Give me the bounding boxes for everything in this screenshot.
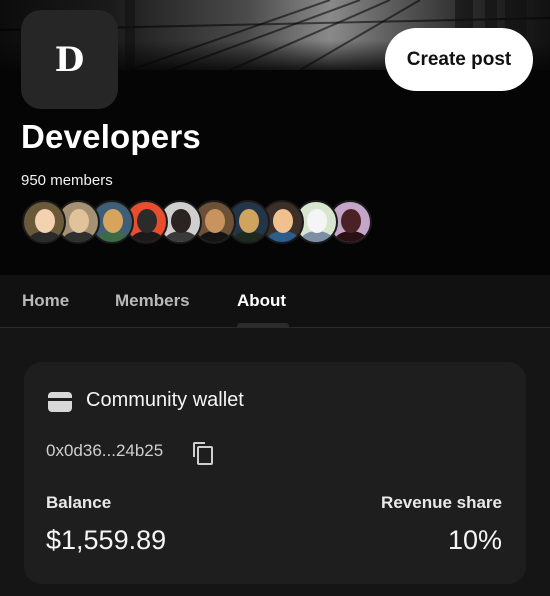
member-avatar[interactable]: [22, 200, 66, 244]
tab-home[interactable]: Home: [22, 291, 69, 311]
tab-about[interactable]: About: [237, 291, 286, 311]
member-avatars[interactable]: [22, 200, 372, 244]
balance-value: $1,559.89: [46, 525, 167, 555]
community-logo-letter: D: [54, 39, 85, 80]
active-tab-indicator: [237, 323, 289, 328]
wallet-icon: [48, 392, 72, 412]
revenue-share-label: Revenue share: [381, 493, 502, 512]
revenue-share-value: 10%: [447, 525, 502, 555]
balance-label: Balance: [46, 493, 112, 512]
wallet-address[interactable]: 0x0d36...24b25: [46, 441, 163, 461]
copy-icon[interactable]: [192, 441, 213, 465]
members-count: 950 members: [21, 172, 113, 189]
community-title: Developers: [21, 118, 201, 155]
community-wallet-card: Community wallet 0x0d36...24b25 Balance …: [24, 362, 526, 584]
wallet-title: Community wallet: [86, 389, 244, 411]
create-post-button[interactable]: Create post: [385, 28, 533, 91]
tab-bar: Home Members About: [0, 275, 550, 328]
tab-members[interactable]: Members: [115, 291, 190, 311]
community-header: D Create post Developers 950 members: [0, 0, 550, 275]
community-logo: D: [21, 10, 118, 109]
